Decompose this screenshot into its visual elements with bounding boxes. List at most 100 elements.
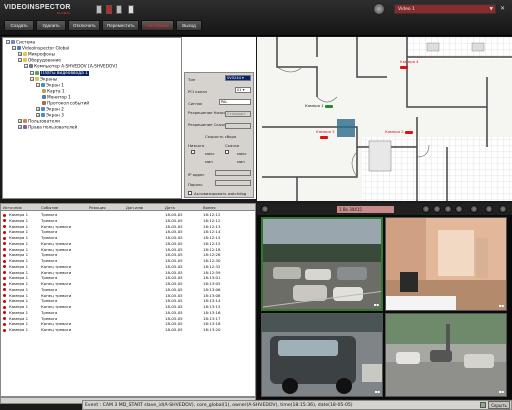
document-icon[interactable] <box>128 5 134 14</box>
log-row[interactable]: Камера 1 Конец тревоги 18-05-05 18:13:20 <box>1 327 255 333</box>
video-menu-icon[interactable] <box>261 205 269 213</box>
delete-button[interactable]: Удалить <box>36 20 66 31</box>
tree-node[interactable]: − Компьютер A-SHVEDOV [A-SHVEDOV] <box>24 64 117 70</box>
tree-node[interactable]: − Платы видеоввода 1 <box>30 70 89 76</box>
clipboard-icon[interactable] <box>96 5 102 14</box>
camera-tile-3[interactable]: ▪▪ <box>261 313 383 397</box>
move-button[interactable]: Переместить <box>102 20 139 31</box>
col-event[interactable]: Событие <box>41 205 58 210</box>
camera-icon <box>320 135 328 139</box>
prev-icon[interactable] <box>422 205 430 213</box>
tree-node-label: Экран 2 <box>46 107 64 113</box>
collapse-icon[interactable]: − <box>30 70 34 75</box>
password-label: Пароль <box>188 182 203 187</box>
low-max-label: макс <box>205 151 215 156</box>
tree-node[interactable]: − Экраны <box>30 76 57 82</box>
play-icon[interactable] <box>433 205 441 213</box>
password-field[interactable] <box>215 180 251 186</box>
low-slider-handle[interactable] <box>191 150 195 154</box>
screen-icon <box>41 82 45 87</box>
collapse-icon[interactable]: − <box>18 58 22 63</box>
collapse-icon[interactable]: − <box>30 76 34 81</box>
col-reaction[interactable]: Реакция <box>89 205 106 210</box>
tree-node[interactable]: − Оборудование <box>18 58 61 64</box>
tree-node[interactable]: Карта 1 <box>42 88 65 95</box>
floor-map: Камера 1 Камера 4 Камера 3 Камера 2 <box>257 37 512 201</box>
tree-node[interactable]: + Права пользователей <box>18 125 77 131</box>
create-button[interactable]: Создать <box>4 20 34 31</box>
tree-node-label: Карта 1 <box>47 89 65 95</box>
collapse-icon[interactable]: − <box>36 82 40 87</box>
res-high-select[interactable] <box>225 123 251 129</box>
settings-button[interactable]: Настройки <box>141 20 174 31</box>
lock-icon[interactable] <box>116 5 122 14</box>
expand-icon[interactable]: + <box>36 113 40 118</box>
camera-1-marker[interactable]: Камера 1 <box>305 103 333 108</box>
pci-select[interactable]: 01 ▾ <box>235 87 251 93</box>
zoom-icon[interactable] <box>470 205 478 213</box>
alarm-dot-icon <box>3 213 6 217</box>
exit-button[interactable]: Выход <box>176 20 202 31</box>
close-icon[interactable]: ✕ <box>500 5 505 12</box>
tile-icons: ▪▪ <box>498 389 504 394</box>
col-extra[interactable]: Доп.инф <box>126 205 143 210</box>
jump-slider-handle[interactable] <box>225 150 229 154</box>
alarm-dot-icon <box>3 276 6 280</box>
record-icon[interactable] <box>106 5 112 14</box>
disconnect-button[interactable]: Отключить <box>68 20 100 31</box>
hide-button[interactable]: Скрыть <box>488 401 510 409</box>
alarm-dot-icon <box>3 236 6 240</box>
camera-icon <box>404 130 413 134</box>
camera-3-marker[interactable]: Камера 3 <box>316 129 335 139</box>
logo-main: VIDEOINSPECTOR <box>4 4 71 11</box>
col-date[interactable]: Дата <box>165 205 175 210</box>
video-select[interactable]: Video 1 ▼ <box>394 4 496 14</box>
tree-node-label: Микрофоны <box>28 52 55 58</box>
collapse-icon[interactable]: − <box>24 64 28 69</box>
next-icon[interactable] <box>455 205 463 213</box>
collapse-icon[interactable]: − <box>6 40 10 44</box>
pause-icon[interactable] <box>444 205 452 213</box>
type-select[interactable]: SV5244 ▾ <box>225 75 251 81</box>
col-source[interactable]: Источник <box>3 205 22 210</box>
tile-icons: ▪▪ <box>373 302 379 307</box>
camera-tile-4[interactable]: ▪▪ <box>385 313 507 397</box>
expand-icon[interactable]: + <box>36 107 40 112</box>
system-tree: − Система − VideoInspector Global + Микрофоны… <box>2 37 182 199</box>
ip-field[interactable] <box>215 170 251 176</box>
collapse-icon[interactable]: − <box>12 46 16 51</box>
signal-select[interactable]: PAL <box>219 99 251 105</box>
tree-node[interactable]: + Экран 3 <box>36 113 64 119</box>
status-icon[interactable] <box>480 402 486 408</box>
low-min-label: мин <box>205 159 213 164</box>
expand-icon[interactable]: + <box>18 119 22 124</box>
res-low-select[interactable]: Стандарт <box>225 111 251 117</box>
camera-tile-2[interactable]: ▪▪ <box>385 217 507 311</box>
tree-node[interactable]: + Пользователи <box>18 119 60 125</box>
tree-node[interactable]: − Экран 1 <box>36 82 64 88</box>
jump-min-label: мин <box>237 159 245 164</box>
tree-node[interactable]: − Система <box>6 40 35 46</box>
signal-label: Сигнал <box>188 101 203 106</box>
expand-icon[interactable]: + <box>18 125 22 130</box>
camera-tile-1[interactable]: ▪▪ <box>261 217 383 311</box>
screen-icon <box>41 113 45 118</box>
low-label: Низкого <box>188 143 205 148</box>
layout-icon[interactable] <box>485 205 493 213</box>
expand-icon[interactable]: + <box>18 52 22 57</box>
tree-node[interactable]: Монитор 1 <box>42 94 71 100</box>
watchdog-checkbox[interactable] <box>188 191 192 195</box>
map-icon <box>42 88 46 93</box>
tree-node[interactable]: + Микрофоны <box>18 52 55 58</box>
fullscreen-icon[interactable] <box>499 205 507 213</box>
camera-4-marker[interactable]: Камера 4 <box>400 59 419 69</box>
settings-dial-icon[interactable] <box>373 3 385 15</box>
tree-node[interactable]: − VideoInspector Global <box>12 46 69 52</box>
camera-2-label: Камера 2 <box>385 129 404 134</box>
tree-node[interactable]: Протокол событий <box>42 101 89 107</box>
log-header: Источник Событие Реакция Доп.инф Дата Вр… <box>1 204 255 211</box>
tree-node[interactable]: + Экран 2 <box>36 107 64 113</box>
alarm-dot-icon <box>3 299 6 303</box>
camera-2-marker[interactable]: Камера 2 <box>385 129 413 134</box>
col-time[interactable]: Время <box>203 205 216 210</box>
